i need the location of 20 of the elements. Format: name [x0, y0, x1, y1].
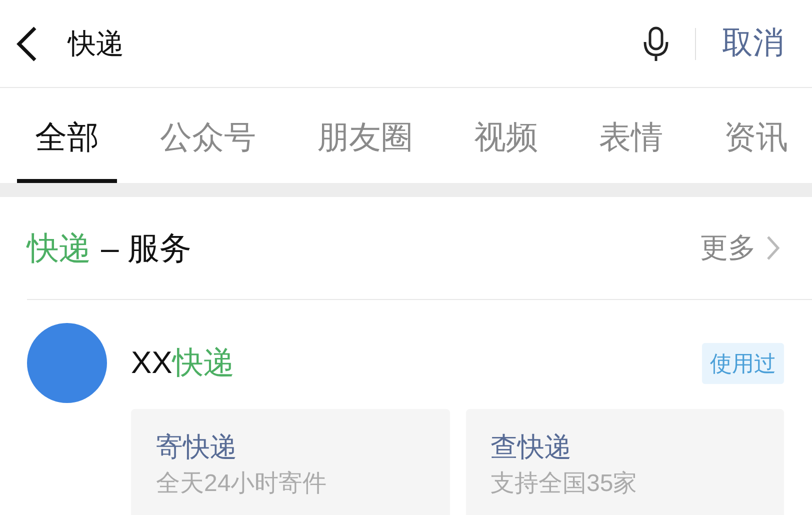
search-field[interactable]: 快递	[68, 28, 124, 58]
action-subtitle: 全天24小时寄件	[156, 469, 328, 499]
cancel-button[interactable]: 取消	[722, 20, 784, 67]
tab[interactable]: 资讯	[724, 88, 788, 183]
more-link[interactable]: 更多	[700, 227, 780, 269]
section-title: 快递 – 服务	[27, 229, 193, 268]
tab[interactable]: 视频	[474, 88, 538, 183]
action-title: 寄快递	[156, 431, 238, 464]
tab[interactable]: 公众号	[160, 88, 256, 183]
action-card[interactable]: 寄快递 全天24小时寄件	[131, 409, 450, 515]
action-subtitle: 支持全国35家	[490, 469, 638, 499]
tab[interactable]: 表情	[599, 88, 663, 183]
tab[interactable]: 朋友圈	[317, 88, 413, 183]
service-name: XX快递	[131, 344, 236, 382]
action-card[interactable]: 查快递 支持全国35家	[466, 409, 784, 515]
action-title: 查快递	[490, 431, 572, 464]
microphone-icon[interactable]	[643, 26, 669, 62]
used-badge: 使用过	[702, 342, 784, 384]
back-icon[interactable]	[16, 26, 38, 62]
chevron-icon	[766, 235, 780, 261]
